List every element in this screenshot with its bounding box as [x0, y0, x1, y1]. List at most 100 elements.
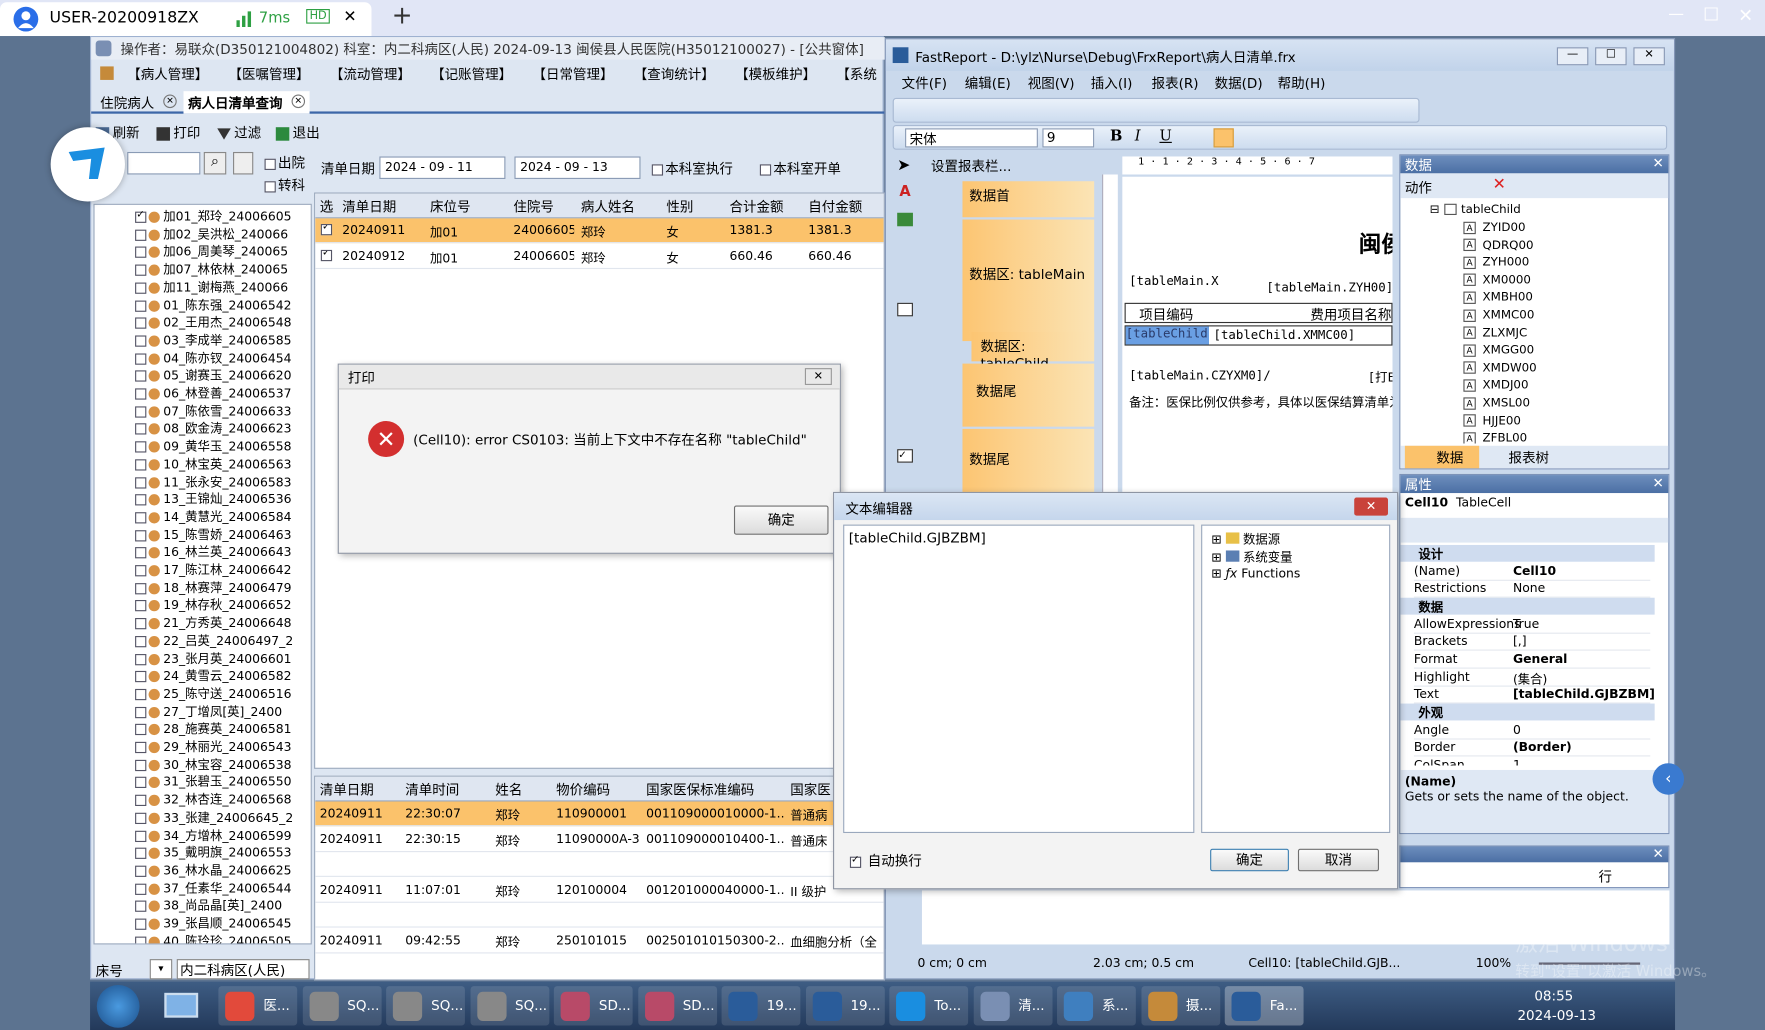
- patient-tree-item[interactable]: 28_施赛英_24006581: [135, 720, 292, 738]
- patient-checkbox[interactable]: [135, 246, 147, 259]
- fr-menu-insert[interactable]: 插入(I): [1091, 73, 1133, 92]
- patient-tree-item[interactable]: 03_李成举_24006585: [135, 331, 292, 349]
- transferred-checkbox[interactable]: 转科: [264, 176, 305, 195]
- list-header-cell[interactable]: 自付金额: [808, 197, 883, 216]
- data-field-item[interactable]: A XMDW00: [1463, 361, 1537, 379]
- patient-checkbox[interactable]: [135, 547, 147, 559]
- action-menu[interactable]: 动作: [1405, 178, 1432, 197]
- patient-tree-item[interactable]: 08_欧金涛_24006623: [135, 419, 292, 437]
- detail-row[interactable]: [315, 852, 884, 878]
- panel-close-icon[interactable]: ✕: [1652, 155, 1663, 171]
- menu-template-maint[interactable]: 【模板维护】: [735, 64, 816, 83]
- patient-checkbox[interactable]: [135, 494, 147, 506]
- word-wrap-box[interactable]: [849, 854, 862, 868]
- data-field-item[interactable]: A ZYID00: [1463, 221, 1525, 239]
- fr-menu-view[interactable]: 视图(V): [1028, 73, 1075, 92]
- band-table-child[interactable]: 数据区: tableChild: [971, 332, 1095, 371]
- list-select-checkbox[interactable]: [320, 224, 333, 236]
- cell10-selected[interactable]: [tableChild.GJB: [1125, 326, 1210, 345]
- own-dept-order-box[interactable]: [759, 163, 772, 176]
- patient-tree-item[interactable]: 37_任素华_24006544: [135, 879, 292, 897]
- detail-header-cell[interactable]: 国家医保标准编码: [646, 780, 783, 799]
- data-field-item[interactable]: A XM0000: [1463, 273, 1531, 291]
- expression-textarea[interactable]: [tableChild.GJBZBM]: [843, 524, 1195, 834]
- patient-checkbox[interactable]: [135, 706, 147, 718]
- band-table-main[interactable]: 数据区: tableMain: [962, 219, 1095, 342]
- filter-button[interactable]: 过滤: [217, 123, 261, 142]
- cell11[interactable]: [tableChild.XMMC00]: [1214, 328, 1356, 343]
- patient-tree-item[interactable]: 01_陈东强_24006542: [135, 295, 292, 313]
- date-to-input[interactable]: 2024 - 09 - 13: [514, 156, 641, 179]
- patient-checkbox[interactable]: [135, 794, 147, 807]
- cell-tablemain-zyh[interactable]: [tableMain.ZYH00][: [1266, 280, 1392, 295]
- patient-tree-item[interactable]: 35_戴明旗_24006553: [135, 843, 292, 861]
- exit-button[interactable]: 退出: [275, 123, 320, 142]
- datasource-node[interactable]: ⊟ tableChild: [1430, 203, 1521, 221]
- data-field-item[interactable]: A HJJE00: [1463, 414, 1521, 432]
- patient-checkbox[interactable]: [135, 370, 147, 382]
- list-select-checkbox[interactable]: [320, 249, 333, 262]
- patient-checkbox[interactable]: [135, 865, 147, 877]
- patient-checkbox[interactable]: [135, 209, 147, 223]
- editor-cancel-button[interactable]: 取消: [1297, 848, 1379, 872]
- taskbar-app-button[interactable]: To...: [889, 986, 969, 1026]
- property-row[interactable]: Format General: [1413, 651, 1651, 669]
- patient-checkbox[interactable]: [135, 335, 147, 347]
- menu-query-stats[interactable]: 【查询统计】: [634, 64, 715, 83]
- patient-checkbox[interactable]: [135, 299, 147, 312]
- collapse-icon[interactable]: ⊟: [1430, 203, 1440, 217]
- table-tool-icon[interactable]: [897, 302, 913, 317]
- patient-checkbox[interactable]: [135, 830, 147, 842]
- search-icon[interactable]: ⌕: [203, 151, 227, 175]
- cat-data[interactable]: 数据: [1400, 597, 1655, 615]
- data-field-item[interactable]: A ZYH000: [1463, 256, 1529, 274]
- fr-close-button[interactable]: ✕: [1633, 47, 1665, 66]
- patient-tree-item[interactable]: 29_林丽光_24006543: [135, 737, 292, 755]
- patient-tree-item[interactable]: 23_张月英_24006601: [135, 649, 292, 667]
- patient-tree-item[interactable]: 02_王用杰_24006548: [135, 313, 292, 331]
- property-row[interactable]: Text [tableChild.GJBZBM]: [1413, 686, 1655, 704]
- patient-tree-item[interactable]: 33_张建_24006645_2: [135, 808, 293, 826]
- tab-close-icon[interactable]: ✕: [291, 94, 306, 109]
- property-row[interactable]: Highlight (集合): [1413, 669, 1651, 687]
- panel-close-icon[interactable]: ✕: [1652, 475, 1663, 491]
- cell-tablemain-x[interactable]: [tableMain.X: [1129, 274, 1218, 289]
- patient-tree-item[interactable]: 10_林宝英_24006563: [135, 455, 292, 473]
- cat-design[interactable]: 设计: [1400, 544, 1655, 562]
- patient-tree-item[interactable]: 加01_郑玲_24006605: [135, 207, 292, 225]
- patient-checkbox[interactable]: [135, 618, 147, 630]
- bold-button[interactable]: B: [1110, 128, 1122, 145]
- patient-tree-item[interactable]: 40_陈玲珍_24006505: [135, 932, 292, 944]
- taskbar-app-button[interactable]: SD...: [553, 986, 633, 1026]
- fr-menu-report[interactable]: 报表(R): [1152, 73, 1199, 92]
- band-data-footer-1[interactable]: 数据尾: [962, 363, 1095, 427]
- tree-functions[interactable]: ⊞ ƒx Functions: [1211, 566, 1300, 581]
- list-header-cell[interactable]: 病人姓名: [581, 197, 660, 216]
- patient-tree-item[interactable]: 22_吕英_24006497_2: [135, 631, 293, 649]
- editor-ok-button[interactable]: 确定: [1210, 848, 1289, 872]
- patient-tree-item[interactable]: 34_方增林_24006599: [135, 826, 292, 844]
- patient-checkbox[interactable]: [135, 688, 147, 701]
- new-tab-button[interactable]: +: [392, 2, 413, 30]
- patient-tree-item[interactable]: 14_黄慧光_24006584: [135, 508, 292, 526]
- patient-checkbox[interactable]: [135, 229, 147, 241]
- detail-row[interactable]: 20240911 22:30:15 郑玲 11090000A-3 00110900001…: [315, 827, 884, 852]
- fr-menu-file[interactable]: 文件(F): [902, 73, 947, 92]
- taskbar-app-button[interactable]: 摄...: [1140, 986, 1220, 1026]
- patient-checkbox[interactable]: [135, 777, 147, 789]
- detail-row[interactable]: [315, 903, 884, 929]
- data-field-item[interactable]: A XMBH00: [1463, 291, 1533, 309]
- data-field-item[interactable]: A QDRQ00: [1463, 238, 1534, 256]
- discharged-check-box[interactable]: [264, 158, 276, 170]
- patient-checkbox[interactable]: [135, 565, 147, 577]
- panel-close-icon[interactable]: ✕: [1652, 845, 1663, 861]
- search-field[interactable]: [127, 151, 201, 175]
- fr-menu-help[interactable]: 帮助(H): [1278, 73, 1326, 92]
- menu-patient-mgmt[interactable]: 【病人管理】: [127, 64, 208, 83]
- print-button[interactable]: 打印: [156, 123, 200, 142]
- patient-tree-item[interactable]: 19_林存秋_24006652: [135, 596, 292, 614]
- patient-checkbox[interactable]: [135, 282, 147, 294]
- show-desktop-icon[interactable]: [164, 992, 199, 1018]
- taskbar-app-button[interactable]: SQ...: [469, 986, 549, 1026]
- patient-checkbox[interactable]: [135, 741, 147, 754]
